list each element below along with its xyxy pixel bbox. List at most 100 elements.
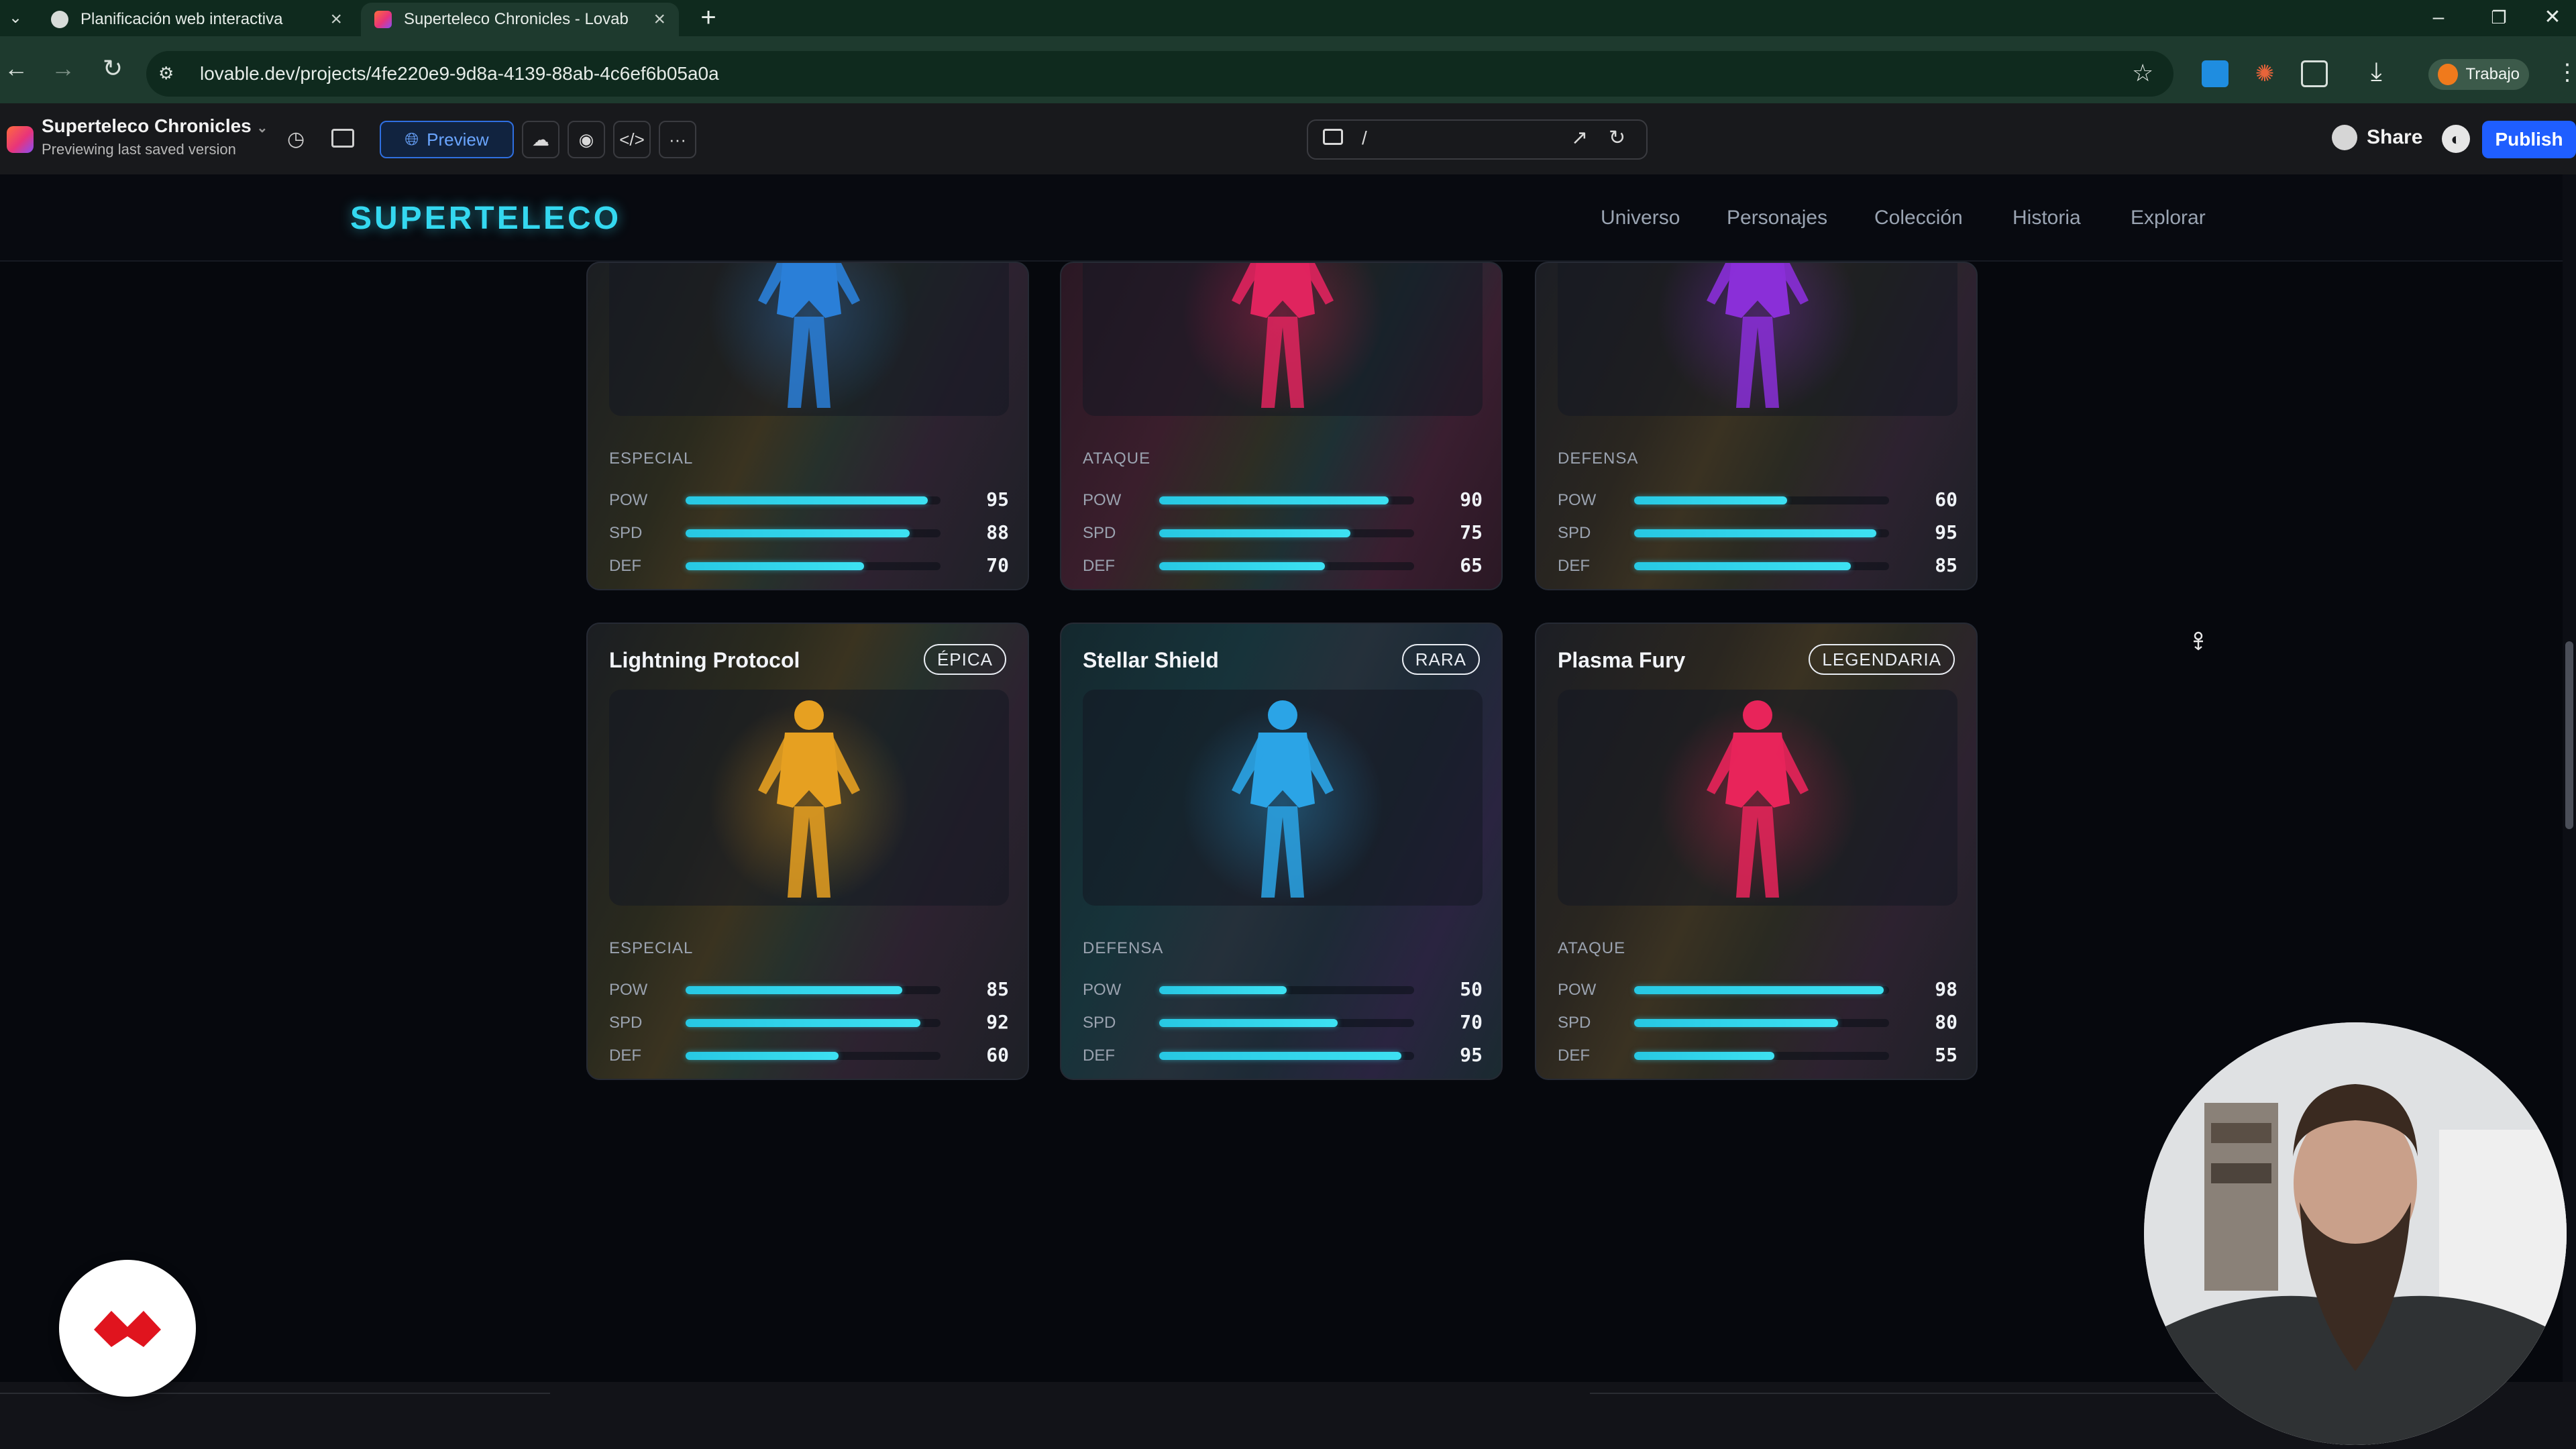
- reload-icon[interactable]: ↻: [98, 54, 127, 83]
- rarity-badge: ÉPICA: [923, 644, 1006, 675]
- palette-icon[interactable]: ◉: [568, 121, 605, 158]
- open-external-icon[interactable]: ↗: [1571, 126, 1588, 150]
- character-image: [1558, 690, 1957, 906]
- stat-def: DEF 55: [1558, 1042, 1957, 1069]
- publish-button[interactable]: Publish: [2482, 121, 2576, 158]
- close-window-button[interactable]: ✕: [2529, 3, 2576, 32]
- history-icon[interactable]: ◷: [287, 127, 305, 151]
- stat-value: 70: [986, 554, 1009, 576]
- stat-value: 95: [986, 488, 1009, 511]
- profile-button[interactable]: Trabajo: [2428, 59, 2529, 90]
- tab-favicon-icon: [51, 11, 68, 28]
- stat-bar-fill: [1159, 496, 1389, 504]
- back-icon[interactable]: ←: [1, 54, 31, 83]
- stat-spd: SPD 80: [1558, 1010, 1957, 1036]
- cloud-icon[interactable]: ☁: [522, 121, 559, 158]
- browser-tab-planificacion[interactable]: Planificación web interactiva ×: [38, 3, 356, 36]
- stat-bar-fill: [1159, 1052, 1401, 1060]
- stat-spd: SPD 88: [609, 520, 1009, 547]
- code-icon[interactable]: </>: [613, 121, 651, 158]
- site-info-icon[interactable]: ⚙: [158, 63, 181, 86]
- stat-value: 95: [1460, 1044, 1483, 1066]
- avatar: [2332, 125, 2357, 150]
- refresh-icon[interactable]: ↻: [1609, 126, 1625, 150]
- stat-bar-fill: [686, 529, 910, 537]
- address-bar[interactable]: lovable.dev/projects/4fe220e9-9d8a-4139-…: [146, 51, 2174, 97]
- share-label: Share: [2367, 126, 2423, 148]
- browser-tab-superteleco[interactable]: Superteleco Chronicles - Lovab ×: [361, 3, 679, 36]
- stat-label: DEF: [609, 1046, 641, 1065]
- card-name: Stellar Shield: [1083, 648, 1219, 672]
- character-card[interactable]: DEFENSA POW 60 SPD 95 DEF 85: [1535, 262, 1978, 590]
- nav-link-coleccion[interactable]: Colección: [1874, 207, 1963, 229]
- stat-pow: POW 50: [1083, 977, 1483, 1004]
- nav-link-explorar[interactable]: Explorar: [2131, 207, 2206, 229]
- hero-figure: [1657, 263, 1858, 415]
- github-icon[interactable]: ◐: [2442, 125, 2470, 153]
- stat-label: SPD: [1558, 524, 1591, 542]
- stat-bar-fill: [1634, 562, 1851, 570]
- new-tab-button[interactable]: +: [695, 4, 722, 31]
- hero-figure: [1182, 263, 1383, 415]
- sidebar-icon[interactable]: [331, 129, 354, 148]
- restore-button[interactable]: ❐: [2475, 3, 2522, 32]
- character-role: DEFENSA: [1083, 939, 1164, 957]
- stat-bar-fill: [1159, 562, 1325, 570]
- stat-bar-track: [1159, 986, 1414, 994]
- share-button[interactable]: Share: [2332, 125, 2422, 150]
- project-name-dropdown[interactable]: Superteleco Chronicles ⌄: [42, 115, 268, 137]
- character-card[interactable]: Stellar Shield RARA DEFENSA POW 50 SPD 70 DEF 95: [1060, 623, 1503, 1080]
- scrollbar-thumb[interactable]: [2565, 641, 2573, 829]
- close-tab-icon[interactable]: ×: [653, 8, 665, 31]
- character-card[interactable]: Plasma Fury LEGENDARIA ATAQUE POW 98 SPD 80 DEF…: [1535, 623, 1978, 1080]
- rarity-badge: RARA: [1401, 644, 1480, 675]
- stat-value: 98: [1935, 978, 1957, 1000]
- minimize-button[interactable]: –: [2415, 3, 2462, 32]
- character-card[interactable]: Lightning Protocol ÉPICA ESPECIAL POW 85 SPD 9…: [586, 623, 1029, 1080]
- stat-bar-track: [1159, 1052, 1414, 1060]
- nav-link-universo[interactable]: Universo: [1601, 207, 1680, 229]
- stat-bar-track: [686, 562, 941, 570]
- chevron-down-icon: ⌄: [256, 121, 268, 136]
- site-logo[interactable]: SUPERTELECO: [350, 200, 621, 237]
- route-bar[interactable]: / ↗ ↻: [1307, 119, 1648, 160]
- character-card[interactable]: ESPECIAL POW 95 SPD 88 DEF 70: [586, 262, 1029, 590]
- tab-search-icon[interactable]: ⌄: [4, 7, 27, 30]
- stat-value: 95: [1935, 521, 1957, 543]
- tab-title: Planificación web interactiva: [80, 10, 283, 28]
- channel-logo: [59, 1260, 196, 1397]
- stat-label: SPD: [1083, 1014, 1116, 1032]
- device-icon[interactable]: [1323, 129, 1343, 145]
- download-icon[interactable]: ⤓: [2371, 58, 2382, 87]
- stat-value: 75: [1460, 521, 1483, 543]
- stat-bar-track: [1634, 529, 1889, 537]
- stat-label: POW: [1558, 491, 1597, 509]
- stat-bar-fill: [1634, 529, 1876, 537]
- extension-play-icon[interactable]: [2202, 60, 2229, 87]
- preview-label: Preview: [427, 129, 489, 150]
- browser-menu-icon[interactable]: ⋮: [2556, 59, 2576, 86]
- more-icon[interactable]: ···: [659, 121, 696, 158]
- character-card[interactable]: ATAQUE POW 90 SPD 75 DEF 65: [1060, 262, 1503, 590]
- stat-def: DEF 70: [609, 553, 1009, 580]
- stat-bar-track: [1634, 986, 1889, 994]
- stat-label: DEF: [1083, 557, 1115, 575]
- close-tab-icon[interactable]: ×: [330, 8, 342, 31]
- star-icon[interactable]: ☆: [2132, 59, 2153, 87]
- nav-link-personajes[interactable]: Personajes: [1727, 207, 1827, 229]
- extension-claude-icon[interactable]: ✺: [2251, 60, 2278, 87]
- extensions-puzzle-icon[interactable]: [2301, 60, 2328, 87]
- stat-bar-track: [1634, 1019, 1889, 1027]
- lovable-logo[interactable]: [7, 126, 34, 153]
- stat-bar-fill: [686, 496, 928, 504]
- url-text: lovable.dev/projects/4fe220e9-9d8a-4139-…: [200, 63, 719, 84]
- nav-link-historia[interactable]: Historia: [2012, 207, 2081, 229]
- route-input[interactable]: /: [1362, 127, 1367, 149]
- site-header: SUPERTELECO Universo Personajes Colecció…: [0, 174, 2563, 262]
- stat-pow: POW 85: [609, 977, 1009, 1004]
- stat-value: 85: [986, 978, 1009, 1000]
- stat-label: POW: [609, 981, 648, 999]
- forward-icon[interactable]: →: [48, 54, 78, 83]
- character-image: [1558, 263, 1957, 416]
- preview-button[interactable]: 🌐︎ Preview: [380, 121, 514, 158]
